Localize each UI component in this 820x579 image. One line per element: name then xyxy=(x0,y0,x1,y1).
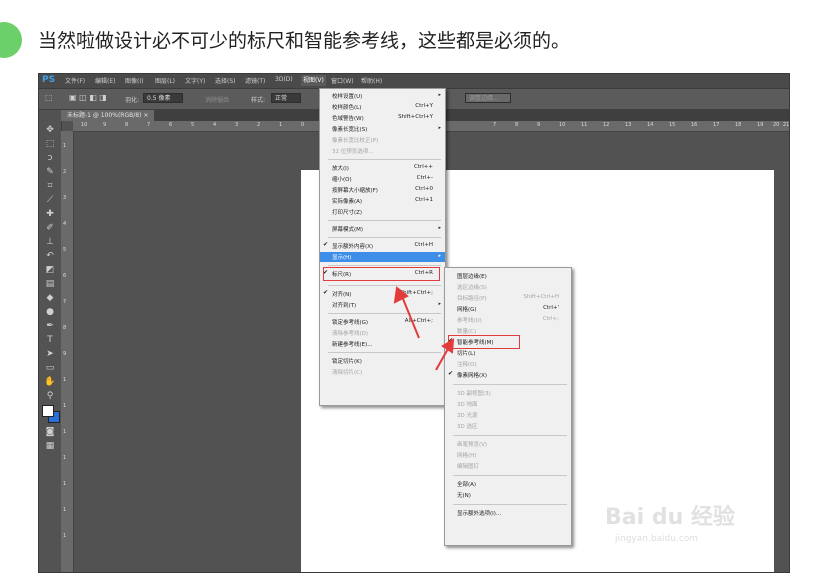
step-badge xyxy=(0,22,22,58)
baidu-watermark-url: jingyan.baidu.com xyxy=(615,534,699,544)
arrow-to-rulers-icon xyxy=(393,286,420,339)
caption-text: 当然啦做设计必不可少的标尺和智能参考线，这些都是必须的。 xyxy=(38,30,571,52)
photoshop-screenshot: PS 文件(F) 编辑(E) 图像(I) 图层(L) 文字(Y) 选择(S) 滤… xyxy=(38,73,790,573)
baidu-watermark-logo: Bai du 经验 xyxy=(605,505,735,530)
arrow-to-smart-guides-icon xyxy=(435,338,455,371)
